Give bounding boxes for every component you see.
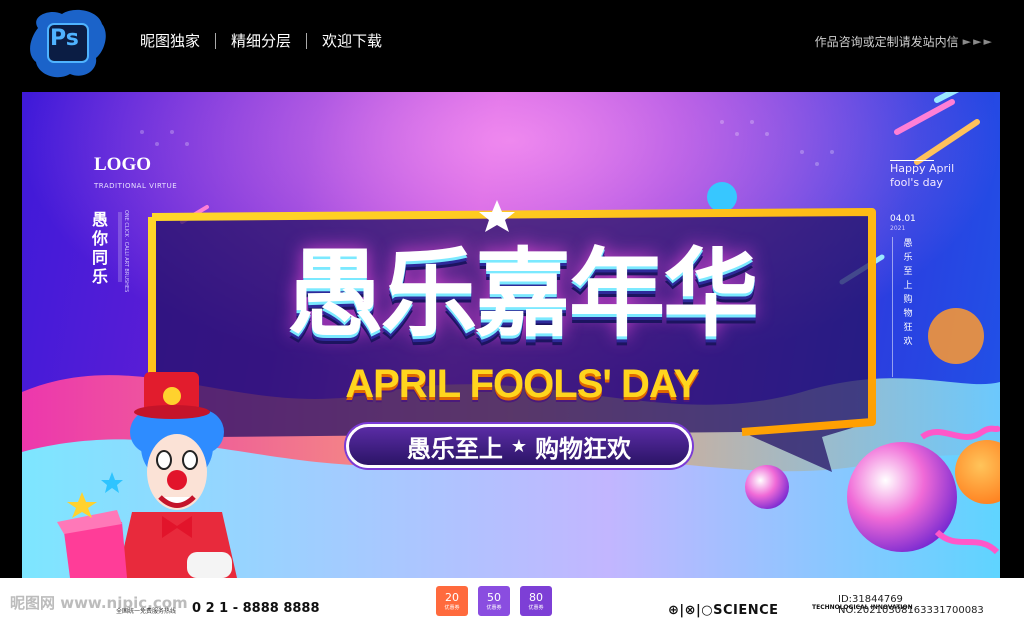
poster-banner: LOGO TRADITIONAL VIRTUE 愚你同乐 ONE CLICK ·…	[22, 92, 1000, 578]
slogan-pill: 愚乐至上 ★ 购物狂欢	[346, 424, 692, 468]
coupon-label: 优惠券	[444, 605, 460, 611]
happy-april-fools-text: Happy April fool's day	[890, 162, 955, 189]
coupon-value: 50	[487, 591, 501, 604]
top-bar: Ps 昵图独家 精细分层 欢迎下载 作品咨询或定制请发站内信 ►►►	[0, 0, 1024, 90]
logo-subtitle: TRADITIONAL VIRTUE	[94, 182, 178, 190]
coupon-list: 20 优惠券 50 优惠券 80 优惠券	[436, 586, 552, 616]
nav-item-download[interactable]: 欢迎下载	[322, 30, 382, 51]
divider	[890, 160, 934, 161]
coupon-label: 优惠券	[528, 605, 544, 611]
event-year: 2021	[890, 225, 906, 232]
slogan-right: 购物狂欢	[535, 434, 632, 463]
nav-item-exclusive[interactable]: 昵图独家	[140, 30, 200, 51]
coupon-20: 20 优惠券	[436, 586, 468, 616]
science-logo: ⊕|⊗|○SCIENCE	[668, 603, 779, 618]
coupon-value: 20	[445, 591, 459, 604]
coupon-value: 80	[529, 591, 543, 604]
hotline-label: 全国统一免费服务热线	[116, 608, 177, 615]
nav-divider	[215, 32, 217, 49]
brand-logo: LOGO	[94, 154, 152, 175]
image-id: ID:31844769 NO:20210308163331700083	[838, 594, 984, 616]
coupon-50: 50 优惠券	[478, 586, 510, 616]
ps-icon-text: Ps	[50, 26, 79, 51]
slogan-left: 愚乐至上	[406, 434, 503, 463]
hotline-number: 0 2 1 - 8888 8888	[192, 601, 320, 616]
nav-divider	[306, 32, 308, 49]
dashed-line	[892, 237, 893, 377]
vertical-slogan: 愚你同乐	[92, 210, 109, 286]
contact-hint-text: 作品咨询或定制请发站内信	[814, 35, 959, 49]
arrow-right-icon: ►►►	[962, 35, 994, 48]
nav-item-layers[interactable]: 精细分层	[231, 30, 291, 51]
main-title: 愚乐嘉年华	[287, 238, 759, 350]
english-title: APRIL FOOLS' DAY	[345, 362, 700, 406]
coupon-80: 80 优惠券	[520, 586, 552, 616]
top-nav: 昵图独家 精细分层 欢迎下载	[140, 30, 382, 51]
event-date: 04.01	[890, 214, 916, 224]
right-vertical-text: 愚乐至上购物狂欢	[903, 239, 913, 347]
vertical-english-text: ONE CLICK · CALLI ART BRUSHES	[123, 210, 129, 293]
star-icon: ★	[510, 435, 528, 457]
contact-hint[interactable]: 作品咨询或定制请发站内信 ►►►	[815, 33, 994, 50]
coupon-label: 优惠券	[486, 605, 502, 611]
